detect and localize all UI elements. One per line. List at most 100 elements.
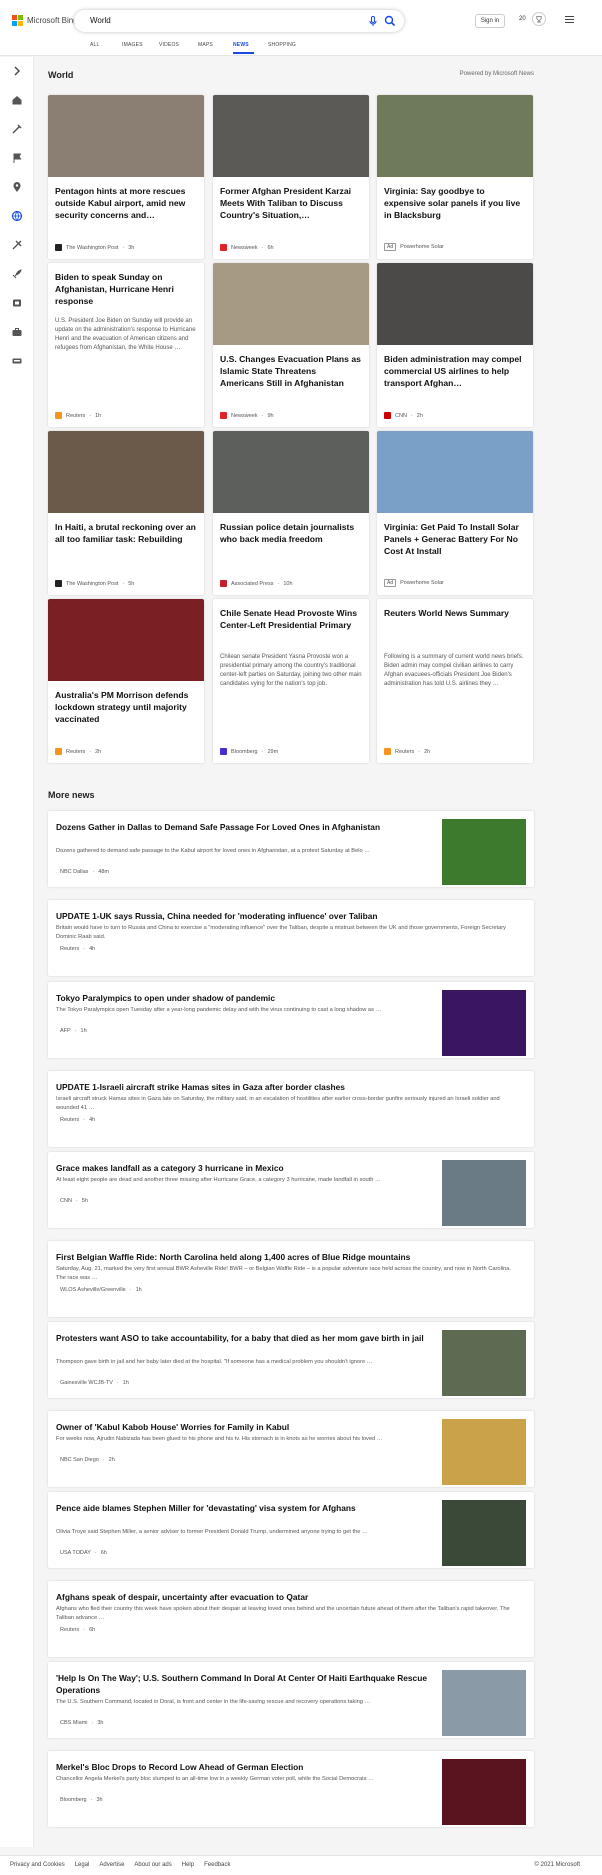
news-card[interactable]: Virginia: Say goodbye to expensive solar… [377,95,533,259]
footer-link-legal[interactable]: Legal [75,1862,90,1868]
footer-link-privacy[interactable]: Privacy and Cookies [10,1862,65,1868]
news-card[interactable]: Former Afghan President Karzai Meets Wit… [213,95,369,259]
tab-all[interactable]: ALL [90,42,122,54]
news-card[interactable]: Chile Senate Head Provoste Wins Center-L… [213,599,369,763]
globe-icon[interactable] [11,210,23,222]
footer-link-about-ads[interactable]: About our ads [134,1862,171,1868]
news-card-title[interactable]: In Haiti, a brutal reckoning over an all… [55,521,197,545]
news-card-image[interactable] [48,599,204,681]
news-card-title[interactable]: Biden to speak Sunday on Afghanistan, Hu… [55,271,197,307]
news-card-image[interactable] [377,95,533,177]
sign-in-button[interactable]: Sign in [475,14,505,28]
more-news-thumbnail[interactable] [442,990,526,1056]
more-news-item[interactable]: 'Help Is On The Way'; U.S. Southern Comm… [48,1662,534,1738]
menu-icon[interactable] [565,16,574,23]
more-news-item[interactable]: Tokyo Paralympics to open under shadow o… [48,982,534,1058]
news-card-title[interactable]: Chile Senate Head Provoste Wins Center-L… [220,607,362,631]
more-news-item[interactable]: UPDATE 1-Israeli aircraft strike Hamas s… [48,1071,534,1147]
news-card[interactable]: Biden to speak Sunday on Afghanistan, Hu… [48,263,204,427]
more-news-thumbnail[interactable] [442,1670,526,1736]
rewards-trophy-icon[interactable] [532,12,546,26]
more-news-snippet: Britain would have to turn to Russia and… [56,925,507,940]
more-news-item[interactable]: Dozens Gather in Dallas to Demand Safe P… [48,811,534,887]
more-news-thumbnail[interactable] [442,1759,526,1825]
news-card-title[interactable]: Reuters World News Summary [384,607,526,619]
news-card[interactable]: Pentagon hints at more rescues outside K… [48,95,204,259]
more-news-title[interactable]: 'Help Is On The Way'; U.S. Southern Comm… [56,1672,436,1696]
tab-news[interactable]: NEWS [233,42,254,54]
more-news-thumbnail[interactable] [442,1419,526,1485]
more-news-title[interactable]: Pence aide blames Stephen Miller for 'de… [56,1502,436,1514]
more-news-title[interactable]: Grace makes landfall as a category 3 hur… [56,1162,436,1174]
more-news-thumbnail[interactable] [442,1330,526,1396]
more-news-item[interactable]: Grace makes landfall as a category 3 hur… [48,1152,534,1228]
microphone-icon[interactable] [367,15,379,27]
news-card[interactable]: Australia's PM Morrison defends lockdown… [48,599,204,763]
news-card[interactable]: In Haiti, a brutal reckoning over an all… [48,431,204,595]
news-card-title[interactable]: Pentagon hints at more rescues outside K… [55,185,197,221]
more-news-thumbnail[interactable] [442,1160,526,1226]
location-icon[interactable] [11,181,23,193]
more-news-source: Reuters · 6h [56,1627,95,1633]
news-card[interactable]: Reuters World News Summary Following is a… [377,599,533,763]
news-card[interactable]: U.S. Changes Evacuation Plans as Islamic… [213,263,369,427]
news-card-title[interactable]: Biden administration may compel commerci… [384,353,526,389]
more-news-title[interactable]: Owner of 'Kabul Kabob House' Worries for… [56,1421,436,1433]
news-card-image[interactable] [48,95,204,177]
rocket-icon[interactable] [11,268,23,280]
briefcase-icon[interactable] [11,326,23,338]
news-card[interactable]: Biden administration may compel commerci… [377,263,533,427]
tools-icon[interactable] [11,123,23,135]
bing-logo[interactable]: Microsoft Bing [12,15,78,26]
footer-link-feedback[interactable]: Feedback [204,1862,230,1868]
news-card[interactable]: Virginia: Get Paid To Install Solar Pane… [377,431,533,595]
more-news-title[interactable]: Tokyo Paralympics to open under shadow o… [56,992,436,1004]
more-news-item[interactable]: UPDATE 1-UK says Russia, China needed fo… [48,900,534,976]
more-news-title[interactable]: Afghans speak of despair, uncertainty af… [56,1591,522,1603]
search-box[interactable]: World [74,10,404,32]
news-card-image[interactable] [377,263,533,345]
more-news-title[interactable]: Protesters want ASO to take accountabili… [56,1332,436,1344]
news-card-image[interactable] [213,95,369,177]
more-news-item[interactable]: Owner of 'Kabul Kabob House' Worries for… [48,1411,534,1487]
news-card-title[interactable]: U.S. Changes Evacuation Plans as Islamic… [220,353,362,389]
news-card-title[interactable]: Virginia: Get Paid To Install Solar Pane… [384,521,526,557]
more-news-thumbnail[interactable] [442,819,526,885]
more-news-thumbnail[interactable] [442,1500,526,1566]
flag-icon[interactable] [11,152,23,164]
chevron-right-icon[interactable] [11,65,23,77]
more-news-title[interactable]: UPDATE 1-UK says Russia, China needed fo… [56,910,522,922]
more-news-item[interactable]: Pence aide blames Stephen Miller for 'de… [48,1492,534,1568]
tab-maps[interactable]: MAPS [198,42,233,54]
news-card-title[interactable]: Russian police detain journalists who ba… [220,521,362,545]
home-icon[interactable] [11,94,23,106]
news-card-image[interactable] [377,431,533,513]
search-icon[interactable] [384,15,396,27]
news-card-image[interactable] [213,263,369,345]
tab-shopping[interactable]: SHOPPING [268,42,308,54]
search-input[interactable]: World [90,16,111,25]
more-news-item[interactable]: Merkel's Bloc Drops to Record Low Ahead … [48,1751,534,1827]
footer-link-help[interactable]: Help [182,1862,194,1868]
more-news-title[interactable]: First Belgian Waffle Ride: North Carolin… [56,1251,522,1263]
news-card-title[interactable]: Virginia: Say goodbye to expensive solar… [384,185,526,221]
powered-by-label[interactable]: Powered by Microsoft News [460,71,534,77]
film-icon[interactable] [11,297,23,309]
science-icon[interactable] [11,239,23,251]
more-news-title[interactable]: Dozens Gather in Dallas to Demand Safe P… [56,821,436,833]
news-card[interactable]: Russian police detain journalists who ba… [213,431,369,595]
more-news-title[interactable]: Merkel's Bloc Drops to Record Low Ahead … [56,1761,436,1773]
car-icon[interactable] [11,355,23,367]
more-news-item[interactable]: Afghans speak of despair, uncertainty af… [48,1581,534,1657]
more-news-item[interactable]: First Belgian Waffle Ride: North Carolin… [48,1241,534,1317]
more-news-title[interactable]: UPDATE 1-Israeli aircraft strike Hamas s… [56,1081,522,1093]
tab-videos[interactable]: VIDEOS [159,42,198,54]
news-card-image[interactable] [48,431,204,513]
footer-link-advertise[interactable]: Advertise [99,1862,124,1868]
rewards-points[interactable]: 20 [519,16,526,22]
more-news-item[interactable]: Protesters want ASO to take accountabili… [48,1322,534,1398]
news-card-image[interactable] [213,431,369,513]
news-card-title[interactable]: Australia's PM Morrison defends lockdown… [55,689,197,725]
news-card-title[interactable]: Former Afghan President Karzai Meets Wit… [220,185,362,221]
tab-images[interactable]: IMAGES [122,42,159,54]
